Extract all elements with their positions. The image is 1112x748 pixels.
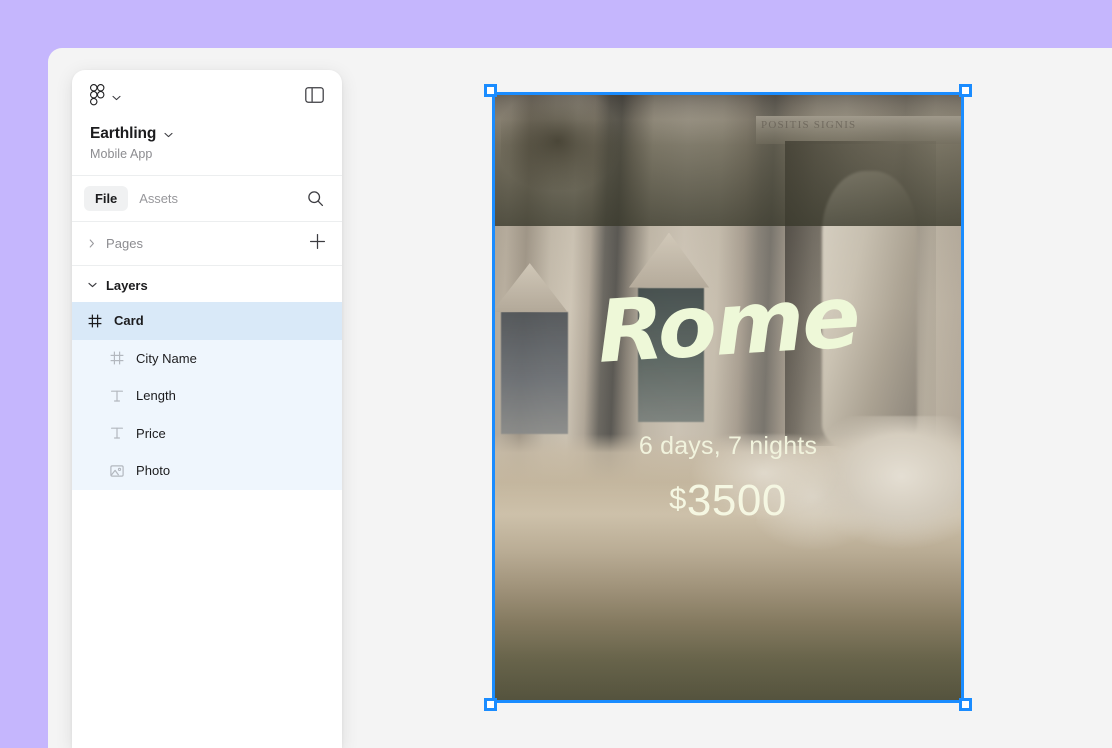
layer-row-city-name[interactable]: City Name [72, 339, 342, 377]
card-price-currency: $ [669, 481, 687, 516]
layer-name: Card [114, 313, 144, 329]
selected-card-frame[interactable]: POSITIS SIGNIS Rome 6 days, 7 nights $35… [484, 84, 972, 711]
chevron-down-icon [112, 88, 121, 106]
sidebar-panel-toggle-icon[interactable] [305, 86, 324, 108]
left-sidebar: Earthling Mobile App File Assets Pages L… [72, 70, 342, 748]
frame-icon [84, 314, 106, 328]
layer-row-card[interactable]: Card [72, 302, 342, 340]
card-trip-length: 6 days, 7 nights [638, 432, 818, 460]
chevron-down-icon[interactable] [84, 282, 100, 288]
text-icon [106, 389, 128, 403]
pages-label: Pages [106, 236, 144, 251]
resize-handle-top-right[interactable] [959, 84, 972, 97]
layer-name: Price [136, 425, 166, 441]
resize-handle-bottom-left[interactable] [484, 698, 497, 711]
plus-icon[interactable] [309, 233, 326, 255]
text-icon [106, 426, 128, 440]
layer-name: Photo [136, 463, 171, 479]
pages-section-header[interactable]: Pages [72, 222, 342, 266]
layer-row-photo[interactable]: Photo [72, 452, 342, 490]
layer-row-price[interactable]: Price [72, 414, 342, 452]
file-name-button[interactable]: Earthling [90, 125, 324, 143]
image-icon [106, 464, 128, 478]
layer-name: Length [136, 388, 176, 404]
layers-section-header[interactable]: Layers [72, 268, 342, 302]
layer-name: City Name [136, 350, 197, 366]
chevron-right-icon[interactable] [84, 239, 100, 248]
tab-file[interactable]: File [84, 186, 129, 211]
layer-row-length[interactable]: Length [72, 377, 342, 415]
card-price-amount: 3500 [686, 476, 787, 525]
layers-label: Layers [106, 277, 148, 293]
sidebar-header: Earthling Mobile App [72, 70, 342, 176]
file-subtitle: Mobile App [90, 147, 153, 161]
figma-menu-button[interactable] [90, 83, 121, 111]
resize-handle-top-left[interactable] [484, 84, 497, 97]
frame-icon [106, 351, 128, 365]
search-icon[interactable] [305, 188, 326, 209]
card-price: $3500 [492, 476, 964, 526]
file-title: Earthling [90, 125, 157, 142]
resize-handle-bottom-right[interactable] [959, 698, 972, 711]
card-city-name: Rome [594, 267, 862, 383]
chevron-down-icon [164, 125, 173, 143]
sidebar-tabs: File Assets [72, 176, 342, 222]
card-text-content: Rome 6 days, 7 nights $3500 [492, 92, 964, 703]
layers-list: Card City Name Length Price Photo [72, 302, 342, 490]
figma-logo-icon [90, 83, 105, 111]
tab-assets[interactable]: Assets [128, 186, 189, 211]
